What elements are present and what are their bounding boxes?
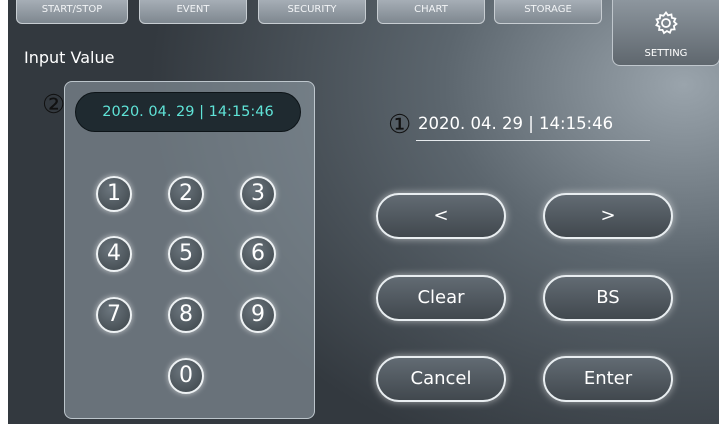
marker-1: ①: [388, 110, 412, 140]
key-6[interactable]: 6: [240, 236, 276, 272]
page-title: Input Value: [24, 48, 115, 67]
tab-chart[interactable]: CHART: [377, 0, 485, 24]
marker-2: ②: [42, 90, 66, 120]
tab-setting[interactable]: SETTING: [612, 0, 719, 66]
tab-event[interactable]: EVENT: [139, 0, 247, 24]
key-8[interactable]: 8: [168, 297, 204, 333]
cancel-button[interactable]: Cancel: [376, 356, 506, 402]
gear-icon: [655, 10, 678, 35]
key-3[interactable]: 3: [240, 176, 276, 212]
key-2[interactable]: 2: [168, 176, 204, 212]
key-0[interactable]: 0: [168, 358, 204, 394]
setting-label: SETTING: [644, 48, 688, 59]
clear-button[interactable]: Clear: [376, 275, 506, 321]
keypad-display: 2020. 04. 29 | 14:15:46: [75, 92, 301, 132]
prev-button[interactable]: <: [376, 193, 506, 239]
tab-storage[interactable]: STORAGE: [494, 0, 602, 24]
value-readout: 2020. 04. 29 | 14:15:46: [416, 111, 650, 141]
screen: START/STOP EVENT SECURITY CHART STORAGE …: [8, 0, 719, 424]
tab-security[interactable]: SECURITY: [258, 0, 366, 24]
key-5[interactable]: 5: [168, 236, 204, 272]
key-1[interactable]: 1: [96, 176, 132, 212]
key-9[interactable]: 9: [240, 297, 276, 333]
key-4[interactable]: 4: [96, 236, 132, 272]
backspace-button[interactable]: BS: [543, 275, 673, 321]
tab-start-stop[interactable]: START/STOP: [16, 0, 128, 24]
key-7[interactable]: 7: [96, 297, 132, 333]
next-button[interactable]: >: [543, 193, 673, 239]
enter-button[interactable]: Enter: [543, 356, 673, 402]
